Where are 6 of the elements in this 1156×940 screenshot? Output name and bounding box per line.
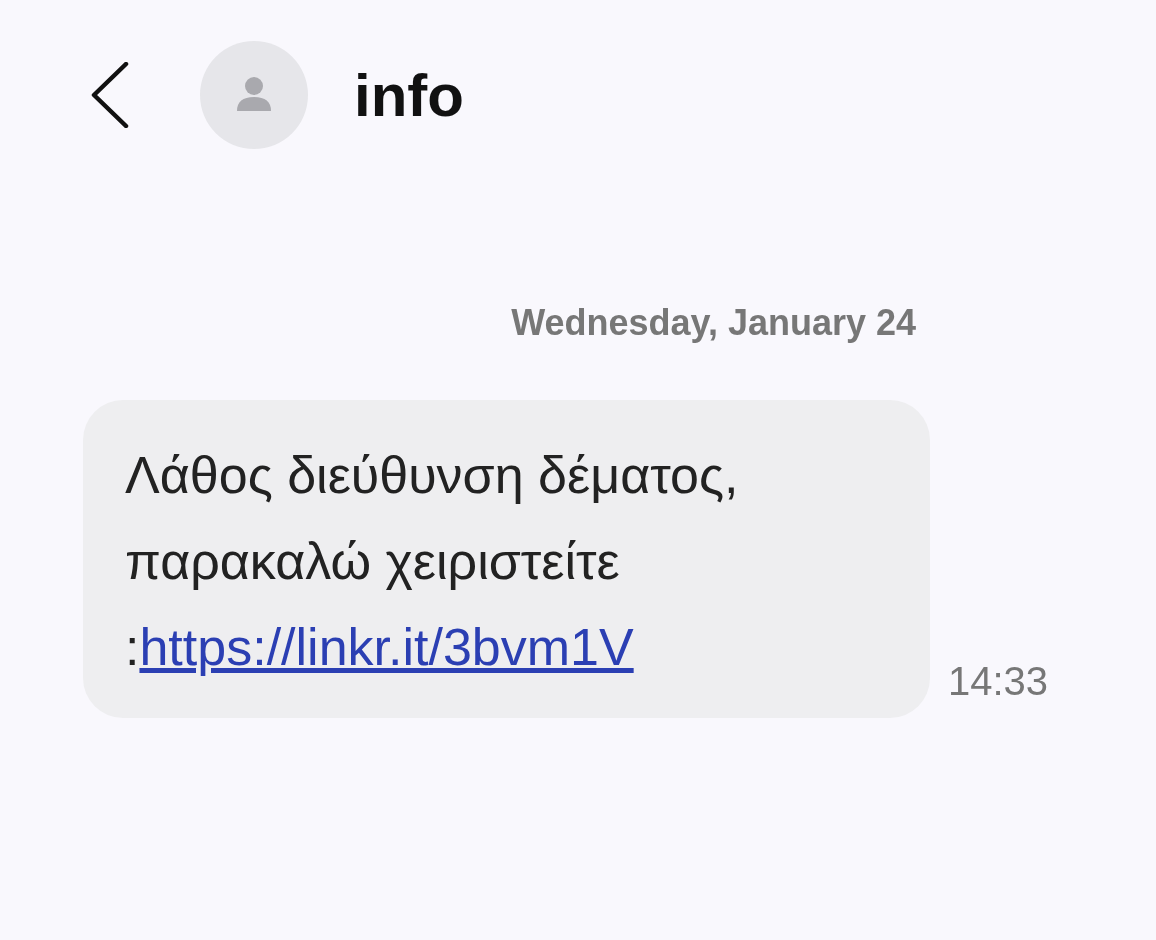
message-link[interactable]: https://linkr.it/3bvm1V [139, 618, 634, 676]
contact-name: info [354, 60, 464, 130]
date-divider: Wednesday, January 24 [511, 302, 916, 344]
message-text: Λάθος διεύθυνση δέματος, παρακαλώ χειριστείτε :https://linkr.it/3bvm1V [125, 445, 740, 678]
back-icon[interactable] [90, 62, 130, 128]
message-time: 14:33 [948, 659, 1049, 704]
